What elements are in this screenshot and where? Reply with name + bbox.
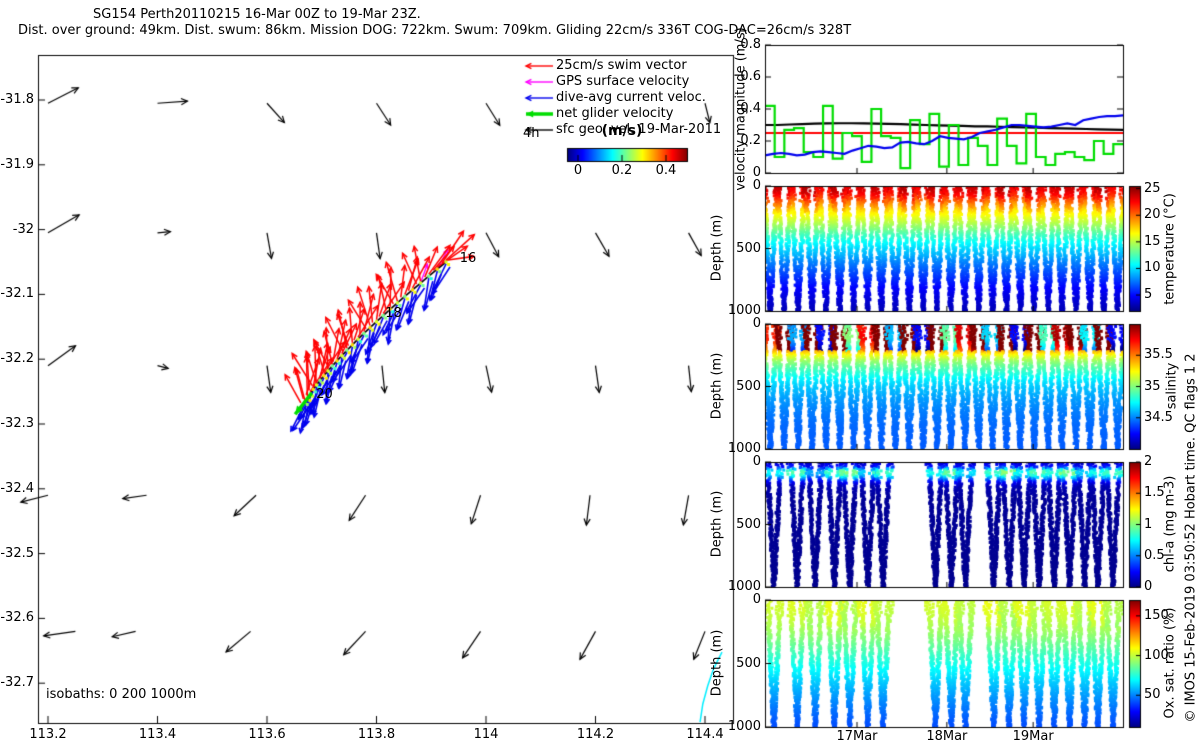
map-y-tick-label: -32 <box>13 222 34 238</box>
legend-colorbar-tick: 0.4 <box>656 163 677 179</box>
colorbar-tick-label: 1.5 <box>1144 485 1165 501</box>
legend-duration-label: 4h <box>523 126 540 142</box>
map-x-tick-label: 114 <box>474 727 499 743</box>
colorbar-tick-label: 2 <box>1144 454 1152 470</box>
colorbar-tick-label: 5 <box>1144 287 1152 303</box>
depth-tick-label: 500 <box>736 241 761 257</box>
depth-tick-label: 500 <box>736 656 761 672</box>
colorbar-title-temperature: temperature (°C) <box>1163 193 1178 305</box>
map-x-tick-label: 113.2 <box>29 727 66 743</box>
velocity-y-tick-label: 0.8 <box>740 37 761 53</box>
figure-root: { "header": { "title": "SG154 Perth20110… <box>0 0 1200 750</box>
colorbar-tick-label: 15 <box>1144 234 1161 250</box>
map-y-tick-label: -32.7 <box>0 675 34 691</box>
map-x-tick-label: 113.8 <box>358 727 395 743</box>
legend-colorbar-tick: 0.2 <box>612 163 633 179</box>
colorbar-tick-label: 10 <box>1144 260 1161 276</box>
plot-subtitle: Dist. over ground: 49km. Dist. swum: 86k… <box>18 23 851 38</box>
attribution-text: © IMOS 15-Feb-2019 03:50:52 Hobart time.… <box>1184 353 1199 722</box>
map-y-tick-label: -32.1 <box>0 286 34 302</box>
depth-tick-label: 1000 <box>728 719 761 735</box>
colorbar-tick-label: 0.5 <box>1144 548 1165 564</box>
track-dive-label: 20 <box>316 387 333 403</box>
map-y-tick-label: -32.2 <box>0 351 34 367</box>
colorbar-title-salinity: salinity <box>1165 363 1180 410</box>
depth-axis-label-salinity: Depth (m) <box>710 353 725 420</box>
legend-entry-label: net glider velocity <box>556 106 673 122</box>
colorbar-tick-label: 20 <box>1144 207 1161 223</box>
legend-entry-label: sfc geo. vel. 19-Mar-2011 <box>556 122 721 138</box>
track-dive-label: 18 <box>385 306 402 322</box>
date-tick-label: 18Mar <box>926 729 967 745</box>
colorbar-tick-label: 34.5 <box>1144 410 1173 426</box>
legend-colorbar-tick: 0 <box>574 163 582 179</box>
depth-tick-label: 0 <box>753 454 761 470</box>
track-dive-label: 16 <box>460 251 477 267</box>
velocity-y-tick-label: 0.4 <box>740 101 761 117</box>
colorbar-title-chla: chl-a (mg m-3) <box>1163 476 1178 573</box>
depth-axis-label-oxygen: Depth (m) <box>710 630 725 697</box>
colorbar-tick-label: 25 <box>1144 181 1161 197</box>
colorbar-tick-label: 0 <box>1144 579 1152 595</box>
colorbar-tick-label: 35.5 <box>1144 347 1173 363</box>
legend-entry-label: GPS surface velocity <box>556 74 689 90</box>
map-y-tick-label: -32.5 <box>0 546 34 562</box>
legend-entry-label: 25cm/s swim vector <box>556 58 687 74</box>
isobaths-label: isobaths: 0 200 1000m <box>46 687 196 703</box>
depth-tick-label: 500 <box>736 379 761 395</box>
map-y-tick-label: -32.4 <box>0 481 34 497</box>
depth-tick-label: 500 <box>736 517 761 533</box>
depth-tick-label: 0 <box>753 592 761 608</box>
colorbar-tick-label: 1 <box>1144 517 1152 533</box>
colorbar-tick-label: 35 <box>1144 379 1161 395</box>
map-x-tick-label: 114.4 <box>686 727 723 743</box>
depth-axis-label-chla: Depth (m) <box>710 491 725 558</box>
depth-tick-label: 0 <box>753 178 761 194</box>
velocity-y-tick-label: 0.6 <box>740 69 761 85</box>
colorbar-tick-label: 150 <box>1144 608 1169 624</box>
legend-entry-label: dive-avg current veloc. <box>556 90 706 106</box>
map-y-tick-label: -31.9 <box>0 157 34 173</box>
date-tick-label: 17Mar <box>836 729 877 745</box>
map-y-tick-label: -32.6 <box>0 610 34 626</box>
map-x-tick-label: 114.2 <box>577 727 614 743</box>
depth-tick-label: 0 <box>753 316 761 332</box>
date-tick-label: 19Mar <box>1013 729 1054 745</box>
colorbar-tick-label: 100 <box>1144 648 1169 664</box>
map-x-tick-label: 113.6 <box>248 727 285 743</box>
depth-axis-label-temperature: Depth (m) <box>710 215 725 282</box>
map-x-tick-label: 113.4 <box>139 727 176 743</box>
map-y-tick-label: -31.8 <box>0 92 34 108</box>
plot-title: SG154 Perth20110215 16-Mar 00Z to 19-Mar… <box>93 7 421 22</box>
velocity-y-tick-label: 0.2 <box>740 133 761 149</box>
colorbar-tick-label: 50 <box>1144 687 1161 703</box>
map-y-tick-label: -32.3 <box>0 416 34 432</box>
